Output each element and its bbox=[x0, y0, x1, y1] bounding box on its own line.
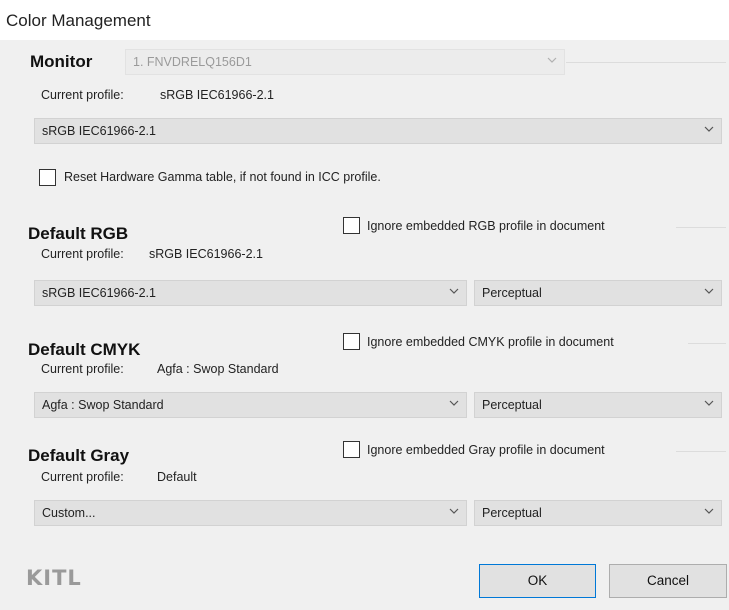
chevron-down-icon bbox=[704, 124, 714, 134]
cancel-button[interactable]: Cancel bbox=[609, 564, 727, 598]
rgb-current-profile-label: Current profile: bbox=[41, 247, 124, 261]
monitor-select[interactable]: 1. FNVDRELQ156D1 bbox=[125, 49, 565, 75]
monitor-divider bbox=[566, 62, 726, 63]
cmyk-intent-select[interactable]: Perceptual bbox=[474, 392, 722, 418]
reset-gamma-label: Reset Hardware Gamma table, if not found… bbox=[64, 170, 381, 184]
color-management-dialog: Color Management Monitor 1. FNVDRELQ156D… bbox=[0, 0, 729, 610]
monitor-select-value: 1. FNVDRELQ156D1 bbox=[133, 55, 252, 69]
monitor-current-profile-value: sRGB IEC61966-2.1 bbox=[160, 88, 274, 102]
window-title: Color Management bbox=[6, 11, 151, 30]
ignore-gray-checkbox[interactable] bbox=[343, 441, 360, 458]
default-rgb-heading: Default RGB bbox=[28, 224, 129, 243]
chevron-down-icon bbox=[449, 398, 459, 408]
ignore-rgb-label: Ignore embedded RGB profile in document bbox=[367, 219, 605, 233]
monitor-current-profile-label: Current profile: bbox=[41, 88, 124, 102]
gray-profile-select[interactable]: Custom... bbox=[34, 500, 467, 526]
ignore-cmyk-label: Ignore embedded CMYK profile in document bbox=[367, 335, 614, 349]
cmyk-profile-select[interactable]: Agfa : Swop Standard bbox=[34, 392, 467, 418]
ok-button[interactable]: OK bbox=[479, 564, 596, 598]
cmyk-current-profile-value: Agfa : Swop Standard bbox=[157, 362, 279, 376]
cmyk-intent-select-value: Perceptual bbox=[482, 398, 542, 412]
gray-profile-select-value: Custom... bbox=[42, 506, 96, 520]
rgb-current-profile-value: sRGB IEC61966-2.1 bbox=[149, 247, 263, 261]
gray-intent-select-value: Perceptual bbox=[482, 506, 542, 520]
cmyk-current-profile-label: Current profile: bbox=[41, 362, 124, 376]
cmyk-profile-select-value: Agfa : Swop Standard bbox=[42, 398, 164, 412]
chevron-down-icon bbox=[449, 506, 459, 516]
monitor-profile-select[interactable]: sRGB IEC61966-2.1 bbox=[34, 118, 722, 144]
ignore-rgb-checkbox[interactable] bbox=[343, 217, 360, 234]
chevron-down-icon bbox=[704, 506, 714, 516]
gray-intent-select[interactable]: Perceptual bbox=[474, 500, 722, 526]
reset-gamma-checkbox[interactable] bbox=[39, 169, 56, 186]
ignore-cmyk-checkbox[interactable] bbox=[343, 333, 360, 350]
title-bar: Color Management bbox=[0, 0, 729, 40]
rgb-profile-select-value: sRGB IEC61966-2.1 bbox=[42, 286, 156, 300]
ignore-gray-label: Ignore embedded Gray profile in document bbox=[367, 443, 605, 457]
default-cmyk-heading: Default CMYK bbox=[28, 340, 141, 359]
kitl-logo: KITL bbox=[26, 566, 82, 590]
gray-divider bbox=[676, 451, 726, 452]
rgb-intent-select[interactable]: Perceptual bbox=[474, 280, 722, 306]
monitor-heading: Monitor bbox=[30, 52, 93, 71]
cmyk-divider bbox=[688, 343, 726, 344]
rgb-intent-select-value: Perceptual bbox=[482, 286, 542, 300]
monitor-profile-select-value: sRGB IEC61966-2.1 bbox=[42, 124, 156, 138]
chevron-down-icon bbox=[704, 286, 714, 296]
chevron-down-icon bbox=[547, 55, 557, 65]
gray-current-profile-label: Current profile: bbox=[41, 470, 124, 484]
rgb-divider bbox=[676, 227, 726, 228]
default-gray-heading: Default Gray bbox=[28, 446, 130, 465]
chevron-down-icon bbox=[704, 398, 714, 408]
rgb-profile-select[interactable]: sRGB IEC61966-2.1 bbox=[34, 280, 467, 306]
gray-current-profile-value: Default bbox=[157, 470, 197, 484]
chevron-down-icon bbox=[449, 286, 459, 296]
